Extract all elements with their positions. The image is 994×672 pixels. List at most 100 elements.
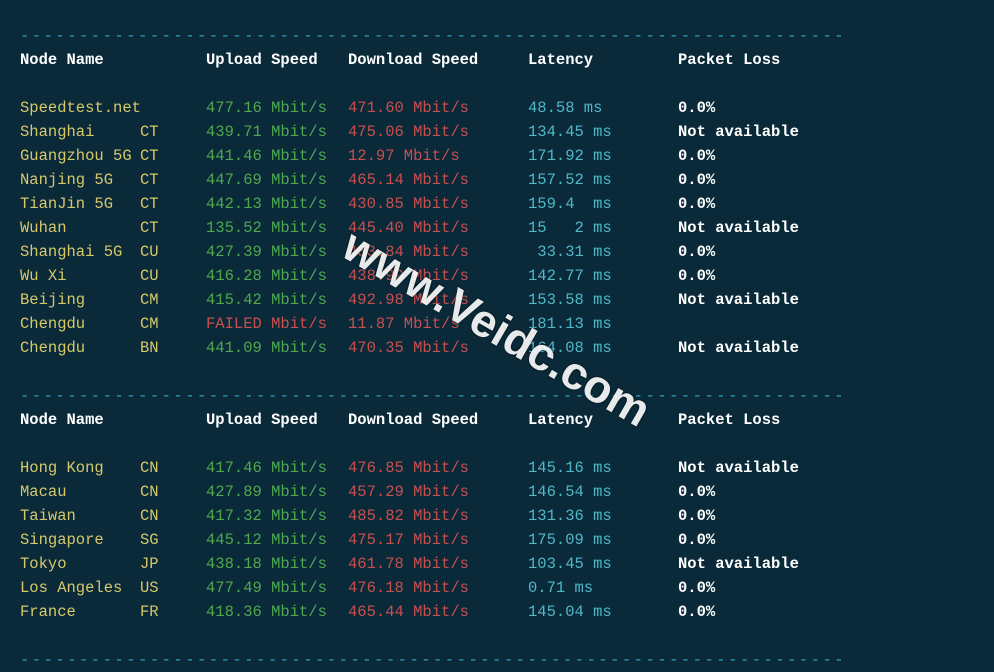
cell-node: Shanghai bbox=[20, 120, 140, 144]
cell-node: Chengdu bbox=[20, 336, 140, 360]
cell-upload: 427.89 Mbit/s bbox=[206, 480, 348, 504]
table-row: Speedtest.net477.16 Mbit/s471.60 Mbit/s4… bbox=[20, 96, 974, 120]
cell-cc: CM bbox=[140, 288, 206, 312]
cell-cc: BN bbox=[140, 336, 206, 360]
cell-download: 433.84 Mbit/s bbox=[348, 240, 528, 264]
cell-latency: 131.36 ms bbox=[528, 504, 678, 528]
cell-node: Shanghai 5G bbox=[20, 240, 140, 264]
cell-download: 476.18 Mbit/s bbox=[348, 576, 528, 600]
cell-latency: 157.52 ms bbox=[528, 168, 678, 192]
col-latency: Latency bbox=[528, 48, 678, 72]
cell-node: Tokyo bbox=[20, 552, 140, 576]
divider: ----------------------------------------… bbox=[20, 651, 846, 669]
cell-upload: 442.13 Mbit/s bbox=[206, 192, 348, 216]
col-node: Node Name bbox=[20, 408, 140, 432]
cell-upload: 417.32 Mbit/s bbox=[206, 504, 348, 528]
cell-upload: 418.36 Mbit/s bbox=[206, 600, 348, 624]
cell-latency: 103.45 ms bbox=[528, 552, 678, 576]
cell-loss: Not available bbox=[678, 120, 799, 144]
cell-node: France bbox=[20, 600, 140, 624]
cell-latency: 175.09 ms bbox=[528, 528, 678, 552]
cell-loss: Not available bbox=[678, 216, 799, 240]
col-upload: Upload Speed bbox=[206, 48, 348, 72]
cell-loss: Not available bbox=[678, 288, 799, 312]
table-header: Node NameUpload SpeedDownload SpeedLaten… bbox=[20, 408, 974, 432]
cell-cc: JP bbox=[140, 552, 206, 576]
cell-upload: 445.12 Mbit/s bbox=[206, 528, 348, 552]
table-row: SingaporeSG445.12 Mbit/s475.17 Mbit/s175… bbox=[20, 528, 974, 552]
terminal-output: ----------------------------------------… bbox=[0, 0, 994, 672]
cell-latency: 159.4 ms bbox=[528, 192, 678, 216]
cell-node: Nanjing 5G bbox=[20, 168, 140, 192]
table-row: TokyoJP438.18 Mbit/s461.78 Mbit/s103.45 … bbox=[20, 552, 974, 576]
cell-download: 476.85 Mbit/s bbox=[348, 456, 528, 480]
cell-upload: 438.18 Mbit/s bbox=[206, 552, 348, 576]
cell-loss: 0.0% bbox=[678, 528, 715, 552]
cell-latency: 146.54 ms bbox=[528, 480, 678, 504]
cell-upload: 417.46 Mbit/s bbox=[206, 456, 348, 480]
cell-latency: 0.71 ms bbox=[528, 576, 678, 600]
cell-node: Wu Xi bbox=[20, 264, 140, 288]
cell-loss: Not available bbox=[678, 336, 799, 360]
cell-node: Taiwan bbox=[20, 504, 140, 528]
cell-loss: 0.0% bbox=[678, 264, 715, 288]
cell-download: 465.14 Mbit/s bbox=[348, 168, 528, 192]
col-node: Node Name bbox=[20, 48, 140, 72]
cell-loss: 0.0% bbox=[678, 168, 715, 192]
cell-upload: 135.52 Mbit/s bbox=[206, 216, 348, 240]
cell-loss: 0.0% bbox=[678, 480, 715, 504]
table-header: Node Name Upload SpeedDownload SpeedLaten… bbox=[20, 48, 974, 72]
table-row: ShanghaiCT439.71 Mbit/s475.06 Mbit/s134.… bbox=[20, 120, 974, 144]
cell-latency: 145.04 ms bbox=[528, 600, 678, 624]
cell-upload: 477.16 Mbit/s bbox=[206, 96, 348, 120]
col-download: Download Speed bbox=[348, 48, 528, 72]
cell-latency: 15 2 ms bbox=[528, 216, 678, 240]
cell-node: Beijing bbox=[20, 288, 140, 312]
cell-cc: CT bbox=[140, 168, 206, 192]
table-row: Wu XiCU416.28 Mbit/s438.99 Mbit/s142.77 … bbox=[20, 264, 974, 288]
divider: ----------------------------------------… bbox=[20, 27, 846, 45]
cell-download: 445.40 Mbit/s bbox=[348, 216, 528, 240]
cell-upload: FAILED Mbit/s bbox=[206, 312, 348, 336]
cell-cc: US bbox=[140, 576, 206, 600]
cell-cc: SG bbox=[140, 528, 206, 552]
cell-cc: CN bbox=[140, 480, 206, 504]
cell-latency: 145.16 ms bbox=[528, 456, 678, 480]
results-group-2: Hong KongCN417.46 Mbit/s476.85 Mbit/s145… bbox=[20, 456, 974, 624]
col-loss: Packet Loss bbox=[678, 48, 780, 72]
cell-loss: 0.0% bbox=[678, 192, 715, 216]
cell-node: Hong Kong bbox=[20, 456, 140, 480]
cell-cc: CT bbox=[140, 216, 206, 240]
cell-loss: Not available bbox=[678, 552, 799, 576]
cell-cc: CN bbox=[140, 504, 206, 528]
cell-latency: 142.77 ms bbox=[528, 264, 678, 288]
cell-upload: 441.46 Mbit/s bbox=[206, 144, 348, 168]
table-row: TianJin 5GCT442.13 Mbit/s430.85 Mbit/s15… bbox=[20, 192, 974, 216]
cell-latency: 164.08 ms bbox=[528, 336, 678, 360]
cell-download: 438.99 Mbit/s bbox=[348, 264, 528, 288]
cell-upload: 441.09 Mbit/s bbox=[206, 336, 348, 360]
divider: ----------------------------------------… bbox=[20, 387, 846, 405]
cell-latency: 171.92 ms bbox=[528, 144, 678, 168]
col-upload: Upload Speed bbox=[206, 408, 348, 432]
table-row: Guangzhou 5GCT441.46 Mbit/s12.97 Mbit/s1… bbox=[20, 144, 974, 168]
table-row: TaiwanCN417.32 Mbit/s485.82 Mbit/s131.36… bbox=[20, 504, 974, 528]
col-download: Download Speed bbox=[348, 408, 528, 432]
cell-cc: CU bbox=[140, 240, 206, 264]
cell-cc: CT bbox=[140, 120, 206, 144]
cell-latency: 181.13 ms bbox=[528, 312, 678, 336]
table-row: Los AngelesUS477.49 Mbit/s476.18 Mbit/s0… bbox=[20, 576, 974, 600]
cell-cc: CT bbox=[140, 192, 206, 216]
cell-node: Singapore bbox=[20, 528, 140, 552]
results-group-1: Speedtest.net477.16 Mbit/s471.60 Mbit/s4… bbox=[20, 96, 974, 360]
cell-loss: 0.0% bbox=[678, 96, 715, 120]
cell-download: 470.35 Mbit/s bbox=[348, 336, 528, 360]
cell-loss: 0.0% bbox=[678, 576, 715, 600]
cell-upload: 447.69 Mbit/s bbox=[206, 168, 348, 192]
table-row: MacauCN427.89 Mbit/s457.29 Mbit/s146.54 … bbox=[20, 480, 974, 504]
cell-download: 465.44 Mbit/s bbox=[348, 600, 528, 624]
col-loss: Packet Loss bbox=[678, 408, 780, 432]
cell-cc: CT bbox=[140, 144, 206, 168]
cell-upload: 415.42 Mbit/s bbox=[206, 288, 348, 312]
table-row: Shanghai 5GCU427.39 Mbit/s433.84 Mbit/s … bbox=[20, 240, 974, 264]
